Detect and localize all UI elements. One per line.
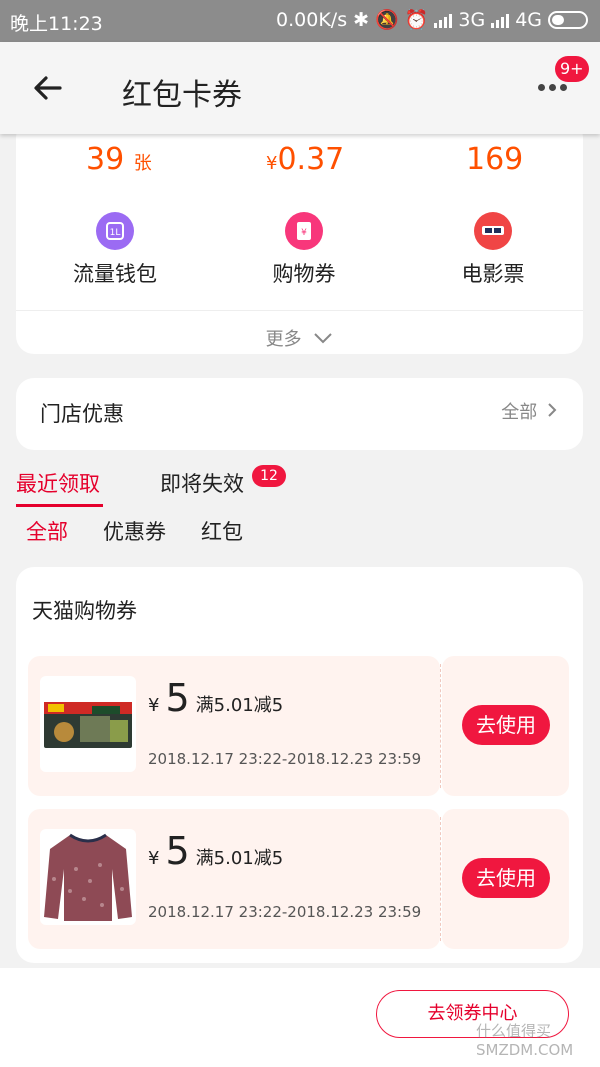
sweater-thumbnail [40,829,136,925]
more-toggle[interactable]: 更多 [16,310,583,351]
mute-bell-icon: 🔕 [375,9,399,31]
signal-icon-2 [491,12,510,28]
list-title: 天猫购物券 [32,599,137,623]
coupon-item[interactable]: ¥ 5 满5.01减5 2018.12.17 23:22-2018.12.23 … [28,809,569,949]
tool-label: 购物券 [272,262,336,286]
store-discounts-card[interactable]: 门店优惠 全部 [16,378,583,450]
coupon-validity: 2018.12.17 23:22-2018.12.23 23:59 [148,750,422,768]
coupon-count[interactable]: 39 张 [86,142,152,177]
tab-active-indicator [16,504,103,507]
message-badge: 9+ [555,56,589,82]
tab-bar: 最近领取 即将失效 12 [16,465,416,508]
filter-tabs: 全部 优惠券 红包 [26,516,326,550]
coupon-divider [440,817,441,941]
signal-icon [434,12,453,28]
shopping-coupon-icon: ¥ [285,212,323,250]
movie-ticket-icon [474,212,512,250]
tool-label: 流量钱包 [73,262,157,286]
summary-card: 39 张 ¥0.37 169 1L 流量钱包 ¥ 购物券 电影票 更多 [16,120,583,354]
use-coupon-button[interactable]: 去使用 [462,705,550,745]
coupon-validity: 2018.12.17 23:22-2018.12.23 23:59 [148,903,422,921]
status-time: 晚上11:23 [10,13,103,35]
battery-icon [548,10,588,29]
tool-movie-ticket[interactable]: 电影票 [428,212,558,288]
bluetooth-icon: ✱ [353,8,370,31]
svg-text:1L: 1L [110,228,121,238]
use-coupon-button[interactable]: 去使用 [462,858,550,898]
coupon-body: ¥ 5 满5.01减5 2018.12.17 23:22-2018.12.23 … [28,656,440,796]
coupon-action-area: 去使用 [442,809,569,949]
expiring-count-badge: 12 [252,465,286,487]
filter-red-packets[interactable]: 红包 [201,516,243,546]
network-speed: 0.00K/s [276,8,348,31]
network-type-4g: 4G [515,8,542,31]
coupon-item[interactable]: ¥ 5 满5.01减5 2018.12.17 23:22-2018.12.23 … [28,656,569,796]
points-count[interactable]: 169 [466,142,523,177]
coupon-divider [440,664,441,788]
store-title: 门店优惠 [40,402,124,426]
tool-shopping-coupon[interactable]: ¥ 购物券 [239,212,369,288]
watermark: 什么值得买 SMZDM.COM [476,1022,574,1059]
coupon-body: ¥ 5 满5.01减5 2018.12.17 23:22-2018.12.23 … [28,809,440,949]
coupon-price: ¥ 5 满5.01减5 [148,829,284,873]
tool-label: 电影票 [461,262,525,286]
balance-amount[interactable]: ¥0.37 [266,142,344,177]
chevron-right-icon [548,403,557,417]
filter-coupons[interactable]: 优惠券 [103,516,166,546]
data-wallet-icon: 1L [96,212,134,250]
coupon-price: ¥ 5 满5.01减5 [148,676,284,720]
app-bar: 红包卡券 9+ [0,42,600,134]
more-menu-icon[interactable] [538,84,567,91]
tab-recent[interactable]: 最近领取 [16,468,100,498]
page-title: 红包卡券 [122,78,242,113]
status-icons: 0.00K/s ✱ 🔕 ⏰ 3G 4G [276,8,588,31]
status-bar: 晚上11:23 0.00K/s ✱ 🔕 ⏰ 3G 4G [0,0,600,42]
chevron-down-icon [314,333,333,344]
tool-data-wallet[interactable]: 1L 流量钱包 [50,212,180,288]
filter-all[interactable]: 全部 [26,516,68,546]
network-type-3g: 3G [458,8,486,31]
coupon-action-area: 去使用 [442,656,569,796]
back-arrow-icon[interactable] [30,70,66,106]
store-all-link[interactable]: 全部 [501,398,557,424]
tab-expiring[interactable]: 即将失效 [160,468,244,498]
coupon-list-card: 天猫购物券 ¥ 5 满5.01减5 2018.12.17 23:22-2018.… [16,567,583,963]
lego-set-thumbnail [40,676,136,772]
svg-text:¥: ¥ [301,228,307,238]
alarm-icon: ⏰ [404,9,429,31]
